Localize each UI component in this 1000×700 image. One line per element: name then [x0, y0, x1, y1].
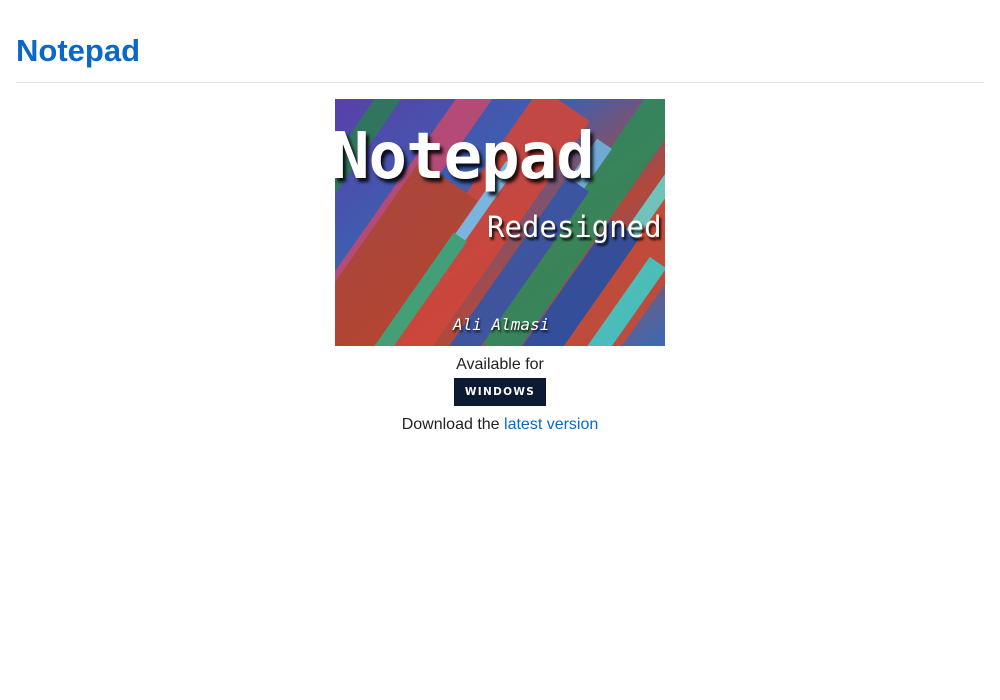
main-content: Notepad Redesigned Ali Almasi Available … — [0, 99, 1000, 436]
windows-platform-badge[interactable]: WINDOWS — [454, 378, 546, 406]
download-prefix: Download the — [401, 416, 500, 433]
available-for-label: Available for — [456, 356, 544, 373]
latest-version-link[interactable]: latest version — [504, 416, 598, 433]
banner-title: Notepad — [335, 120, 595, 194]
banner-subtitle: Redesigned — [487, 210, 662, 244]
banner-author: Ali Almasi — [453, 315, 550, 334]
page-title: Notepad — [16, 33, 140, 68]
app-banner-image: Notepad Redesigned Ali Almasi — [335, 99, 665, 346]
page: Notepad Notepad Redesigned Ali Almasi Av… — [0, 0, 1000, 700]
download-line: Download the latest version — [0, 414, 1000, 436]
title-divider — [16, 82, 984, 83]
